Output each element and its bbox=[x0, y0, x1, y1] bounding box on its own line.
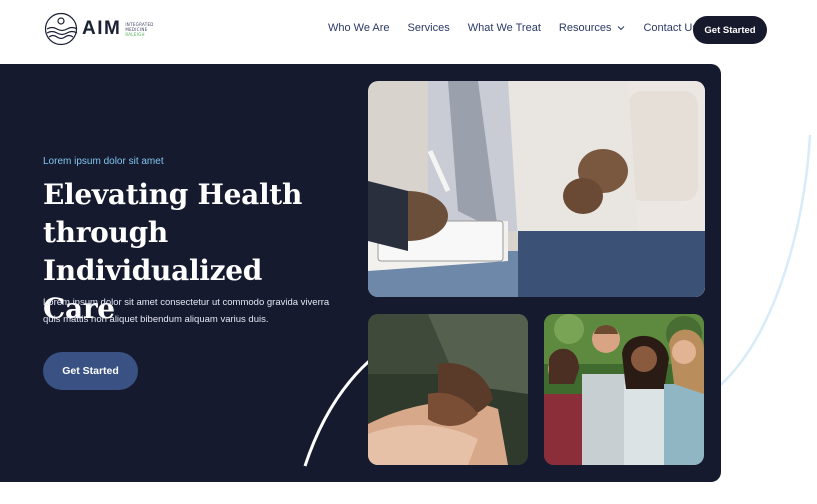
header-get-started-button[interactable]: Get Started bbox=[693, 16, 767, 44]
site-header: AIM INTEGRATED MEDICINE RALEIGH Who We A… bbox=[0, 0, 817, 60]
logo-icon bbox=[44, 12, 78, 46]
hero-eyebrow: Lorem ipsum dolor sit amet bbox=[43, 156, 164, 167]
nav-who-we-are[interactable]: Who We Are bbox=[328, 22, 390, 34]
therapy-session-photo bbox=[368, 81, 705, 297]
holding-hands-photo bbox=[368, 314, 528, 465]
chevron-down-icon bbox=[618, 26, 625, 31]
logo-wordmark: AIM bbox=[82, 18, 122, 39]
nav-what-we-treat[interactable]: What We Treat bbox=[468, 22, 541, 34]
group-of-friends-photo bbox=[544, 314, 704, 465]
nav-resources[interactable]: Resources bbox=[559, 22, 626, 34]
nav-contact-us[interactable]: Contact Us bbox=[643, 22, 697, 34]
main-nav: Who We Are Services What We Treat Resour… bbox=[328, 22, 716, 34]
hero-description: Lorem ipsum dolor sit amet consectetur u… bbox=[43, 297, 330, 325]
hero-get-started-button[interactable]: Get Started bbox=[43, 352, 138, 390]
logo-sub-line3: RALEIGH bbox=[125, 31, 145, 37]
nav-resources-label: Resources bbox=[558, 22, 612, 34]
logo[interactable]: AIM INTEGRATED MEDICINE RALEIGH bbox=[44, 12, 154, 46]
nav-services[interactable]: Services bbox=[408, 22, 450, 34]
logo-subtitle: INTEGRATED MEDICINE RALEIGH bbox=[125, 22, 153, 37]
